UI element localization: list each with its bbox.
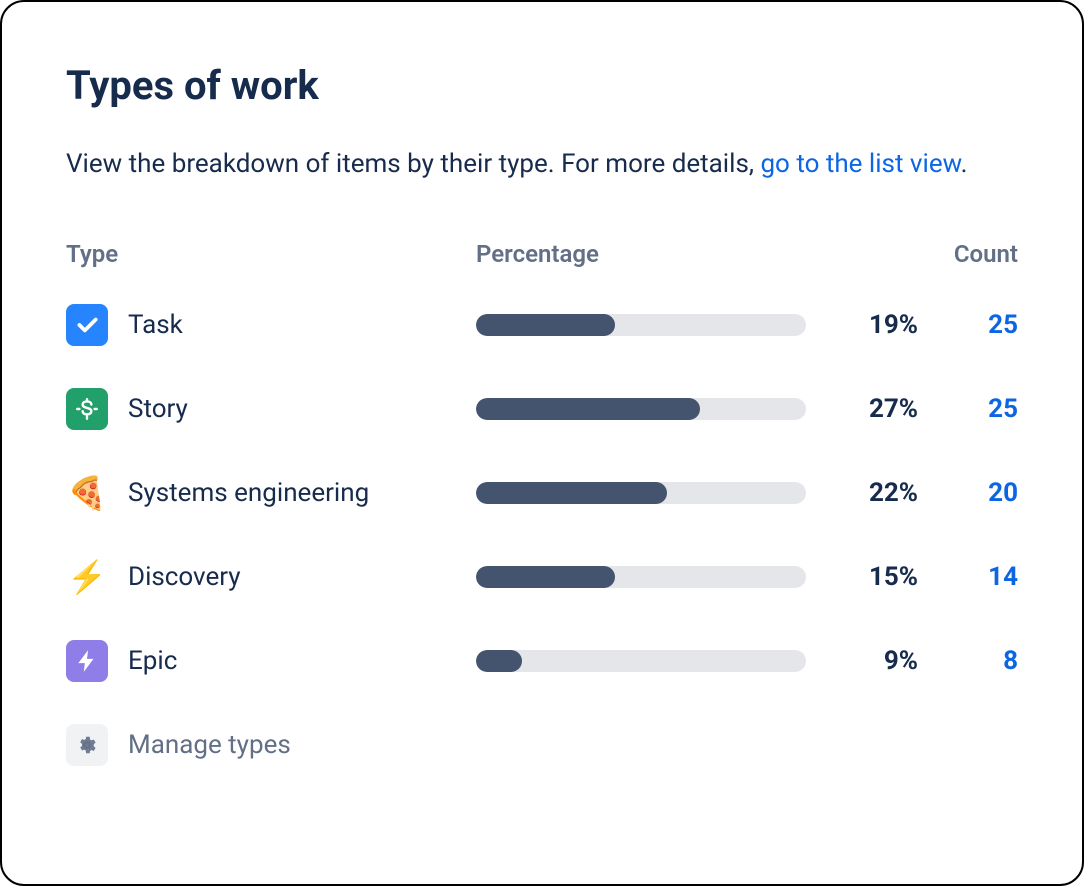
table-row: Story 27% 25 [66,388,1018,430]
percentage-value: 15% [808,562,918,592]
task-icon [66,304,108,346]
header-count: Count [918,240,1018,268]
percentage-bar [476,482,806,504]
type-label: Systems engineering [128,478,369,508]
bolt-icon: ⚡ [66,556,108,598]
percentage-bar-fill [476,314,615,336]
percentage-bar-fill [476,398,700,420]
percentage-bar [476,398,806,420]
pizza-icon: 🍕 [66,472,108,514]
count-value[interactable]: 20 [918,478,1018,508]
type-label: Task [128,310,183,340]
percentage-bar [476,566,806,588]
type-label: Epic [128,646,177,676]
epic-icon [66,640,108,682]
description-prefix: View the breakdown of items by their typ… [66,149,760,179]
types-of-work-card: Types of work View the breakdown of item… [0,0,1084,886]
table-row: ⚡ Discovery 15% 14 [66,556,1018,598]
card-title: Types of work [66,62,1018,109]
table-header-row: Type Percentage Count [66,240,1018,268]
header-type: Type [66,240,476,268]
percentage-value: 9% [808,646,918,676]
percentage-bar-fill [476,566,615,588]
count-value[interactable]: 25 [918,310,1018,340]
manage-types-button[interactable]: Manage types [66,724,1018,766]
types-table: Type Percentage Count Task 19% 25 [66,240,1018,766]
manage-types-label: Manage types [128,730,291,760]
table-row: 🍕 Systems engineering 22% 20 [66,472,1018,514]
list-view-link[interactable]: go to the list view [760,149,960,179]
percentage-value: 22% [808,478,918,508]
gear-icon [66,724,108,766]
percentage-bar-fill [476,650,522,672]
story-icon [66,388,108,430]
percentage-bar [476,650,806,672]
count-value[interactable]: 25 [918,394,1018,424]
type-label: Discovery [128,562,241,592]
header-percentage: Percentage [476,240,808,268]
card-description: View the breakdown of items by their typ… [66,145,1018,184]
description-suffix: . [961,149,968,179]
percentage-bar [476,314,806,336]
count-value[interactable]: 14 [918,562,1018,592]
table-row: Epic 9% 8 [66,640,1018,682]
count-value[interactable]: 8 [918,646,1018,676]
type-label: Story [128,394,188,424]
table-row: Task 19% 25 [66,304,1018,346]
percentage-value: 27% [808,394,918,424]
percentage-value: 19% [808,310,918,340]
percentage-bar-fill [476,482,667,504]
